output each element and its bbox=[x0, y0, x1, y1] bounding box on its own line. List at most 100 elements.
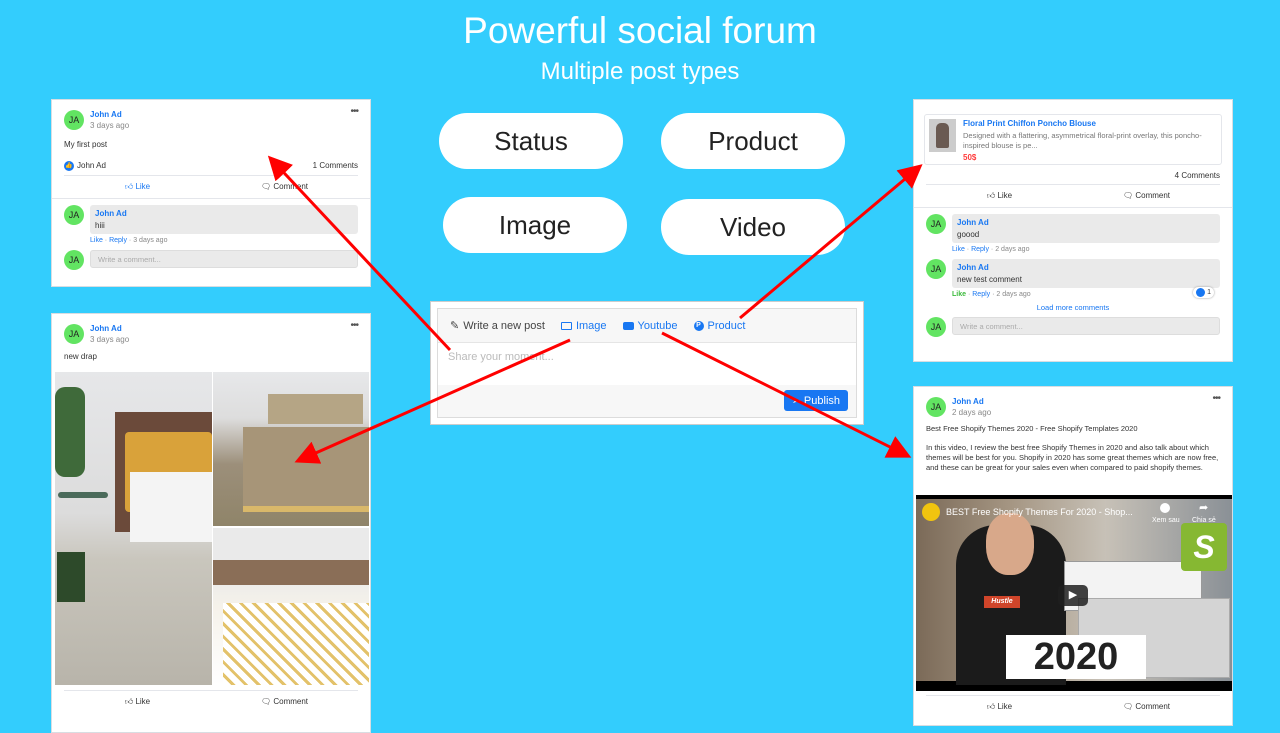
like-button[interactable]: 👍︎ Like bbox=[926, 191, 1073, 201]
tab-youtube[interactable]: Youtube bbox=[622, 320, 678, 332]
like-reaction-icon: 👍 bbox=[64, 160, 74, 171]
comment-button[interactable]: 🗨︎ Comment bbox=[1073, 702, 1220, 712]
youtube-icon bbox=[622, 321, 634, 330]
comment-text: goood bbox=[957, 230, 980, 239]
watch-later-icon[interactable] bbox=[1160, 503, 1170, 513]
comment: JA John Ad goood Like · Reply · 2 days ag… bbox=[926, 214, 1220, 253]
pencil-icon: ✎ bbox=[450, 320, 460, 332]
write-comment-input[interactable]: Write a comment... bbox=[90, 249, 358, 268]
comment-text: hiii bbox=[95, 220, 105, 230]
product-thumbnail bbox=[929, 119, 956, 152]
avatar[interactable]: JA bbox=[926, 397, 946, 417]
comment-count[interactable]: 4 Comments bbox=[1175, 171, 1220, 180]
comment-button[interactable]: 🗨︎ Comment bbox=[1073, 191, 1220, 201]
post-photo-3[interactable] bbox=[213, 528, 369, 685]
more-options-icon[interactable]: ••• bbox=[1212, 393, 1220, 404]
thumbs-up-icon: 👍︎ bbox=[986, 702, 996, 711]
comment-author[interactable]: John Ad bbox=[957, 263, 1215, 272]
comment-reply-link[interactable]: Reply bbox=[971, 246, 989, 253]
post-text: new drap bbox=[64, 352, 97, 361]
send-icon: ➢ bbox=[791, 395, 801, 407]
shirt-logo: Hustle bbox=[984, 596, 1020, 608]
channel-avatar[interactable] bbox=[922, 503, 940, 521]
comment-button[interactable]: 🗨︎ Comment bbox=[211, 182, 358, 192]
reaction-count-badge[interactable]: 1 bbox=[1193, 287, 1214, 298]
comment-reply-link[interactable]: Reply bbox=[109, 237, 127, 244]
pill-status: Status bbox=[439, 113, 623, 169]
tab-product[interactable]: P Product bbox=[693, 320, 745, 332]
video-post-card: JA John Ad 2 days ago ••• Best Free Shopi… bbox=[913, 386, 1233, 726]
video-post-title: Best Free Shopify Themes 2020 - Free Sho… bbox=[926, 424, 1138, 433]
image-post-card: JA John Ad 3 days ago ••• new drap 👍︎ Lik… bbox=[51, 313, 371, 733]
post-time: 3 days ago bbox=[90, 335, 130, 344]
author-name[interactable]: John Ad bbox=[90, 324, 129, 333]
product-attachment[interactable]: Floral Print Chiffon Poncho Blouse Desig… bbox=[924, 114, 1222, 165]
comment-button[interactable]: 🗨︎ Comment bbox=[211, 697, 358, 707]
author-name[interactable]: John Ad bbox=[90, 110, 129, 119]
like-reaction-icon bbox=[1196, 288, 1206, 297]
write-comment-input[interactable]: Write a comment... bbox=[952, 317, 1220, 335]
avatar: JA bbox=[64, 249, 84, 270]
pill-product: Product bbox=[661, 113, 845, 169]
comment-time: 2 days ago bbox=[995, 246, 1030, 253]
liked-by: John Ad bbox=[77, 161, 106, 171]
product-post-card: Floral Print Chiffon Poncho Blouse Desig… bbox=[913, 99, 1233, 362]
avatar[interactable]: JA bbox=[64, 324, 84, 344]
like-button[interactable]: 👍︎ Like bbox=[926, 702, 1073, 712]
post-photo-2[interactable] bbox=[213, 372, 369, 526]
thumbs-up-icon: 👍︎ bbox=[124, 181, 134, 191]
more-options-icon[interactable]: ••• bbox=[350, 106, 358, 117]
avatar: JA bbox=[926, 317, 946, 337]
like-button[interactable]: 👍︎ Like bbox=[64, 697, 211, 707]
product-name[interactable]: Floral Print Chiffon Poncho Blouse bbox=[963, 119, 1217, 128]
video-title[interactable]: BEST Free Shopify Themes For 2020 - Shop… bbox=[946, 507, 1133, 517]
share-label[interactable]: Chia sẻ bbox=[1192, 517, 1216, 524]
more-options-icon[interactable]: ••• bbox=[350, 320, 358, 331]
pill-video: Video bbox=[661, 199, 845, 255]
thumbs-up-icon: 👍︎ bbox=[124, 697, 134, 706]
comment-icon: 🗨︎ bbox=[1122, 191, 1134, 200]
load-more-comments[interactable]: Load more comments bbox=[926, 303, 1220, 312]
comment-icon: 🗨︎ bbox=[260, 181, 272, 191]
comment-icon: 🗨︎ bbox=[1122, 702, 1134, 711]
youtube-embed[interactable]: Hustle S 2020 BEST Free Shopify Themes F… bbox=[916, 495, 1232, 691]
product-price: 50$ bbox=[963, 152, 977, 162]
comment-author[interactable]: John Ad bbox=[957, 218, 1215, 227]
product-icon: P bbox=[693, 320, 704, 331]
post-time: 2 days ago bbox=[952, 408, 992, 417]
share-icon[interactable]: ➦ bbox=[1199, 501, 1208, 514]
play-button[interactable]: ▶ bbox=[1058, 585, 1088, 606]
post-composer: ✎ Write a new post Image Youtube P Product… bbox=[430, 301, 864, 425]
hero-title: Powerful social forum bbox=[463, 10, 817, 51]
watch-later-label[interactable]: Xem sau bbox=[1152, 517, 1180, 524]
comment: JA John Ad new test comment Like · Reply … bbox=[926, 259, 1220, 298]
avatar[interactable]: JA bbox=[926, 214, 946, 234]
author-name[interactable]: John Ad bbox=[952, 397, 991, 406]
comment-text: new test comment bbox=[957, 275, 1022, 284]
post-time: 3 days ago bbox=[90, 121, 130, 130]
avatar[interactable]: JA bbox=[926, 259, 946, 279]
tab-write-post[interactable]: ✎ Write a new post bbox=[450, 319, 545, 333]
publish-button[interactable]: ➢ Publish bbox=[783, 390, 848, 411]
comment-icon: 🗨︎ bbox=[260, 697, 272, 706]
avatar[interactable]: JA bbox=[64, 110, 84, 130]
tab-image[interactable]: Image bbox=[560, 320, 607, 332]
post-text: My first post bbox=[64, 140, 108, 149]
video-post-description: In this video, I review the best free Sh… bbox=[926, 443, 1219, 473]
share-moment-input[interactable]: Share your moment... bbox=[438, 343, 856, 385]
post-photo-1[interactable] bbox=[55, 372, 212, 685]
status-post-card: JA John Ad 3 days ago ••• My first post 👍… bbox=[51, 99, 371, 287]
comment-count[interactable]: 1 Comments bbox=[313, 161, 358, 170]
comment-time: 3 days ago bbox=[133, 236, 168, 244]
hero-subtitle: Multiple post types bbox=[540, 58, 740, 85]
product-description: Designed with a flattering, asymmetrical… bbox=[963, 131, 1202, 150]
comment-like-link[interactable]: Like bbox=[952, 291, 966, 298]
year-overlay: 2020 bbox=[1006, 635, 1146, 679]
like-button[interactable]: 👍︎ Like bbox=[64, 182, 211, 192]
comment-author[interactable]: John Ad bbox=[95, 209, 353, 218]
comment-like-link[interactable]: Like bbox=[952, 246, 965, 253]
comment-like-link[interactable]: Like bbox=[90, 237, 103, 244]
comment-reply-link[interactable]: Reply bbox=[972, 291, 990, 298]
avatar[interactable]: JA bbox=[64, 204, 84, 225]
image-icon bbox=[560, 321, 572, 330]
